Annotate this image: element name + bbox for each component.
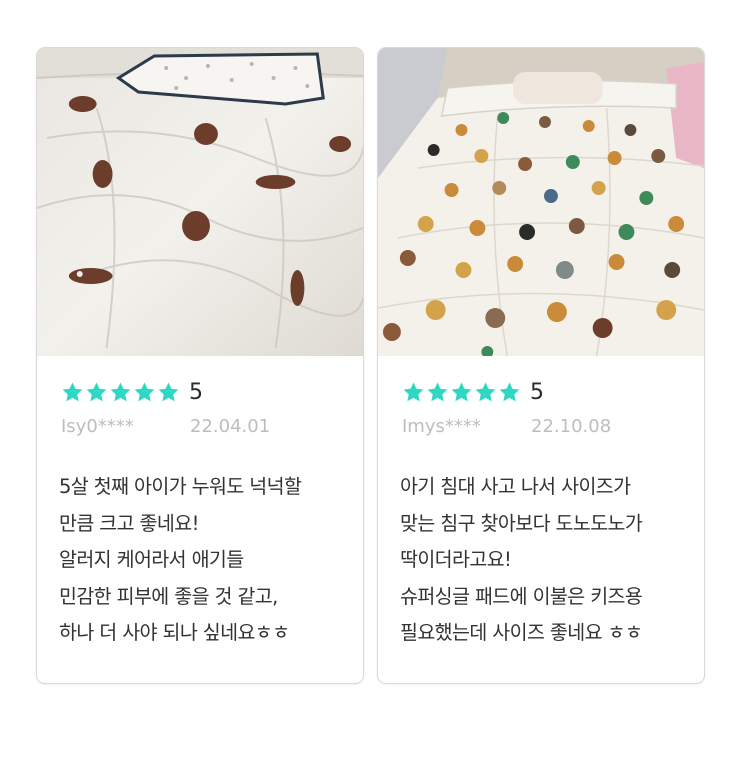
review-photo[interactable]: [378, 48, 704, 356]
star-icon: [427, 382, 448, 402]
review-date: 22.10.08: [531, 416, 612, 437]
review-card[interactable]: 5 Imys**** 22.10.08 아기 침대 사고 나서 사이즈가 맞는 …: [377, 47, 705, 684]
review-text: 5살 첫째 아이가 누워도 넉넉할 만큼 크고 좋네요! 알러지 케어라서 애기…: [59, 469, 349, 652]
review-line: 아기 침대 사고 나서 사이즈가: [400, 475, 631, 498]
star-icon: [475, 382, 496, 402]
reviewer-name: Isy0****: [61, 416, 134, 437]
review-line: 하나 더 사야 되나 싶네요ㅎㅎ: [59, 621, 290, 644]
rating: 5: [61, 381, 203, 404]
review-line: 민감한 피부에 좋을 것 같고,: [59, 584, 278, 608]
animal-bedding-image: [378, 48, 704, 356]
review-date: 22.04.01: [190, 416, 271, 437]
rating-score: 5: [530, 379, 544, 405]
review-line: 알러지 케어라서 애기들: [59, 548, 244, 571]
review-line: 5살 첫째 아이가 누워도 넉넉할: [59, 475, 302, 498]
rating-score: 5: [189, 379, 203, 405]
reviewer-name: Imys****: [402, 416, 481, 437]
review-line: 필요했는데 사이즈 좋네요 ㅎㅎ: [400, 621, 643, 644]
star-icon: [451, 382, 472, 402]
rating: 5: [402, 381, 544, 404]
star-icon: [158, 382, 179, 402]
star-icon: [62, 382, 83, 402]
star-icon: [499, 382, 520, 402]
review-line: 만큼 크고 좋네요!: [59, 511, 199, 535]
star-rating: [61, 381, 180, 404]
star-icon: [134, 382, 155, 402]
star-icon: [86, 382, 107, 402]
star-icon: [403, 382, 424, 402]
review-text: 아기 침대 사고 나서 사이즈가 맞는 침구 찾아보다 도노도노가 딱이더라고요…: [400, 469, 690, 652]
review-line: 맞는 침구 찾아보다 도노도노가: [400, 511, 643, 535]
review-photo[interactable]: [37, 48, 363, 356]
bear-bedding-image: [37, 48, 363, 356]
review-line: 딱이더라고요!: [400, 548, 512, 571]
star-rating: [402, 381, 521, 404]
review-card[interactable]: 5 Isy0**** 22.04.01 5살 첫째 아이가 누워도 넉넉할 만큼…: [36, 47, 364, 684]
review-line: 슈퍼싱글 패드에 이불은 키즈용: [400, 584, 643, 608]
star-icon: [110, 382, 131, 402]
